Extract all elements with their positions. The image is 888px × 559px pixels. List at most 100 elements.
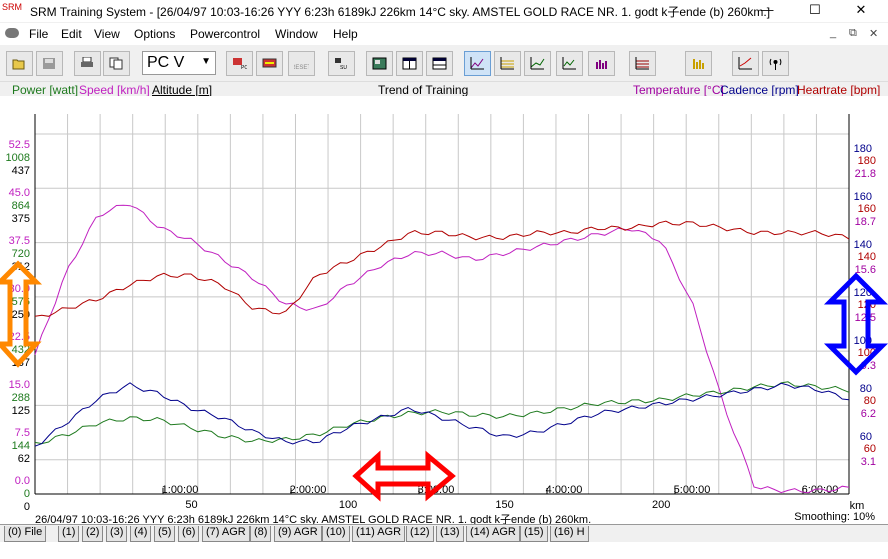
series-line-1 xyxy=(34,220,850,317)
chart-xy-button[interactable] xyxy=(732,51,759,76)
km-tick-label: 150 xyxy=(495,499,513,511)
menu-powercontrol[interactable]: Powercontrol xyxy=(190,27,260,41)
overview-chart-icon xyxy=(635,57,649,70)
chart-overview-button[interactable] xyxy=(629,51,656,76)
tab-14[interactable]: (14) AGR xyxy=(466,526,520,542)
horizontal-resize-arrow-bottom xyxy=(352,450,456,502)
tab-6[interactable]: (6) xyxy=(178,526,200,542)
tab-0[interactable]: (0) File xyxy=(4,526,47,542)
temperature-tick-label: 18.7 xyxy=(855,216,876,228)
bottom-strip xyxy=(0,542,888,559)
tab-12[interactable]: (12) xyxy=(406,526,434,542)
chart-zone-button[interactable] xyxy=(524,51,551,76)
legend-altitude: Altitude [m] xyxy=(152,83,213,97)
transfer-button[interactable] xyxy=(256,51,283,76)
split-columns-icon xyxy=(402,57,417,70)
device-select[interactable]: PC V ▼ xyxy=(142,51,216,75)
menu-view[interactable]: View xyxy=(94,27,120,41)
menu-edit[interactable]: Edit xyxy=(61,27,82,41)
chart-lap-button[interactable] xyxy=(494,51,521,76)
smoothing-label: Smoothing: 10% xyxy=(794,511,875,523)
time-tick-label: 4:00:00 xyxy=(546,484,583,496)
altitude-tick-label: 375 xyxy=(12,213,30,225)
tab-9[interactable]: (9) AGR xyxy=(274,526,322,542)
km-tick-label: 100 xyxy=(339,499,357,511)
app-icon: SRM xyxy=(2,2,22,12)
tab-1[interactable]: (1) xyxy=(58,526,80,542)
close-button[interactable]: ✕ xyxy=(838,0,884,22)
tab-4[interactable]: (4) xyxy=(130,526,152,542)
copy-button[interactable] xyxy=(103,51,130,76)
tab-11[interactable]: (11) AGR xyxy=(352,526,406,542)
pc-icon: PC xyxy=(233,58,247,70)
tab-3[interactable]: (3) xyxy=(106,526,128,542)
series-line-0 xyxy=(34,204,850,494)
trend-chart[interactable]: 52.5100843745.086437537.572031230.057625… xyxy=(0,96,888,524)
pc-su-button[interactable]: SU xyxy=(328,51,355,76)
power-tick-label: 144 xyxy=(12,440,30,452)
tab-15[interactable]: (15) xyxy=(520,526,548,542)
compare-chart-icon xyxy=(562,57,576,70)
chart-trend-button[interactable] xyxy=(464,51,491,76)
plot-area[interactable]: 52.5 1008 437 45.0 864 375 37.5 720 312 30.0 576 25… xyxy=(0,96,888,524)
title-bar: SRM SRM Training System - [26/04/97 10:0… xyxy=(0,0,888,22)
heartrate-tick-label: 60 xyxy=(864,443,876,455)
menu-file[interactable]: File xyxy=(29,27,48,41)
menu-help[interactable]: Help xyxy=(333,27,358,41)
chart-histogram-button[interactable] xyxy=(588,51,615,76)
antenna-button[interactable] xyxy=(762,51,789,76)
print-button[interactable] xyxy=(74,51,101,76)
tab-5[interactable]: (5) xyxy=(154,526,176,542)
tab-2[interactable]: (2) xyxy=(82,526,104,542)
xy-chart-icon xyxy=(738,57,752,70)
temperature-tick-label: 3.1 xyxy=(861,456,876,468)
view-map-button[interactable] xyxy=(366,51,393,76)
printer-icon xyxy=(81,57,93,67)
heartrate-tick-label: 80 xyxy=(864,395,876,407)
system-menu-icon[interactable] xyxy=(5,28,19,38)
temperature-tick-label: 15.6 xyxy=(855,264,876,276)
open-folder-icon xyxy=(12,59,25,70)
cadence-tick-label: 180 xyxy=(854,143,872,155)
pc-button[interactable]: PC xyxy=(226,51,253,76)
window-title: SRM Training System - [26/04/97 10:03-16… xyxy=(30,5,771,19)
chart-compare-button[interactable] xyxy=(556,51,583,76)
maximize-button[interactable]: ☐ xyxy=(792,0,838,22)
mdi-close-button[interactable]: ✕ xyxy=(869,27,878,40)
power-tick-label: 288 xyxy=(12,392,30,404)
save-button[interactable] xyxy=(36,51,63,76)
power-tick-label: 864 xyxy=(12,200,30,212)
chart-bar-button[interactable] xyxy=(685,51,712,76)
split-rows-icon xyxy=(432,57,447,70)
reset-button[interactable]: RESET xyxy=(288,51,315,76)
menu-window[interactable]: Window xyxy=(275,27,318,41)
power-tick-label: 720 xyxy=(12,248,30,260)
speed-tick-label: 7.5 xyxy=(15,427,30,439)
tab-10[interactable]: (10) xyxy=(322,526,350,542)
time-tick-label: 5:00:00 xyxy=(674,484,711,496)
altitude-tick-label: 0 xyxy=(24,501,30,513)
lap-chart-icon xyxy=(500,57,514,70)
heartrate-tick-label: 140 xyxy=(858,251,876,263)
menu-options[interactable]: Options xyxy=(134,27,175,41)
tab-13[interactable]: (13) xyxy=(436,526,464,542)
minimize-button[interactable]: — xyxy=(744,0,790,22)
reset-icon: RESET xyxy=(294,65,309,70)
tab-8[interactable]: (8) xyxy=(250,526,272,542)
open-button[interactable] xyxy=(6,51,33,76)
antenna-icon xyxy=(769,58,782,70)
mdi-minimize-button[interactable]: _ xyxy=(830,27,836,39)
temperature-tick-label: 21.8 xyxy=(855,168,876,180)
tab-16[interactable]: (16) H xyxy=(550,526,589,542)
view-rows-button[interactable] xyxy=(426,51,453,76)
line-chart-icon xyxy=(470,57,484,70)
km-tick-label: 50 xyxy=(185,499,197,511)
mdi-restore-button[interactable]: ⧉ xyxy=(849,27,857,40)
legend-cadence: Cadence [rpm] xyxy=(720,83,799,97)
file-tabs: (0) File (1) (2) (3) (4) (5) (6) (7) AGR (8) (9) … xyxy=(0,524,888,543)
tab-7[interactable]: (7) AGR xyxy=(202,526,250,542)
view-split-button[interactable] xyxy=(396,51,423,76)
save-disk-icon xyxy=(43,58,55,69)
device-select-value: PC V xyxy=(147,54,185,71)
chart-title: Trend of Training xyxy=(378,83,469,97)
